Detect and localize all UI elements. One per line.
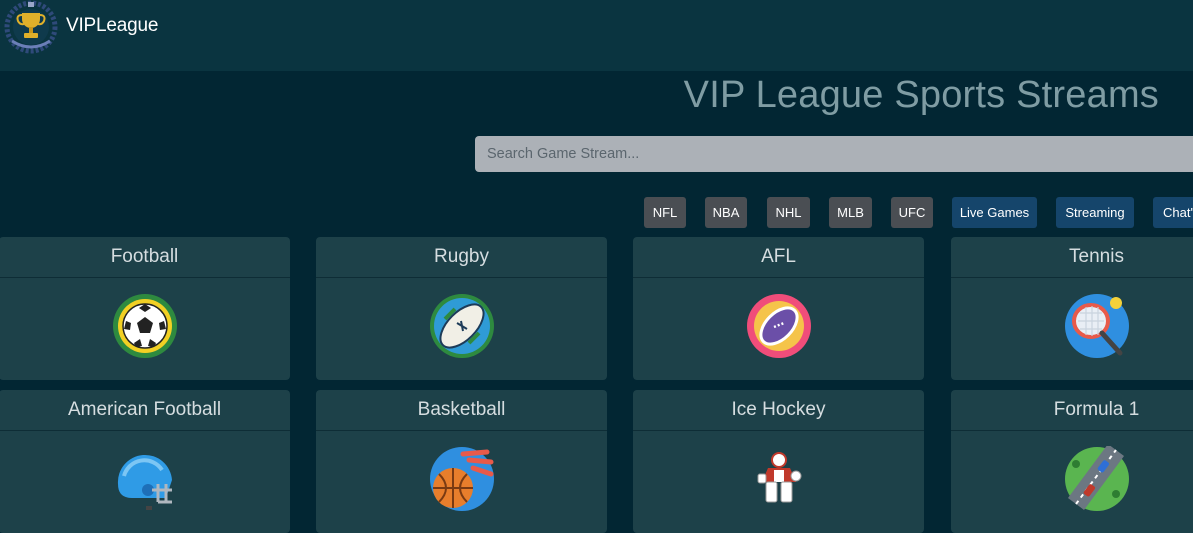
chip-chat[interactable]: Chat' <box>1153 197 1193 228</box>
chip-nfl[interactable]: NFL <box>644 197 686 228</box>
basketball-icon <box>429 446 495 512</box>
sport-card-title: Football <box>0 237 290 278</box>
tennis-racket-icon <box>1064 293 1130 359</box>
chip-nba[interactable]: NBA <box>705 197 747 228</box>
sport-card-title: Basketball <box>316 390 607 431</box>
sport-card-title: Ice Hockey <box>633 390 924 431</box>
chip-ufc[interactable]: UFC <box>891 197 933 228</box>
chip-live-games[interactable]: Live Games <box>952 197 1037 228</box>
brand-link[interactable]: VIPLeague <box>2 0 159 53</box>
sport-card-football[interactable]: Football <box>0 237 290 380</box>
rugby-ball-icon <box>429 293 495 359</box>
search-input[interactable] <box>475 136 1193 172</box>
sport-card-tennis[interactable]: Tennis <box>951 237 1193 380</box>
afl-ball-icon <box>746 293 812 359</box>
sport-card-title: AFL <box>633 237 924 278</box>
hockey-goalie-icon <box>746 446 812 512</box>
sport-card-title: American Football <box>0 390 290 431</box>
football-helmet-icon <box>112 446 178 512</box>
chip-mlb[interactable]: MLB <box>829 197 872 228</box>
brand-name: VIPLeague <box>66 15 159 36</box>
sport-card-title: Formula 1 <box>951 390 1193 431</box>
sport-card-basketball[interactable]: Basketball <box>316 390 607 533</box>
sport-card-american-football[interactable]: American Football <box>0 390 290 533</box>
sport-card-rugby[interactable]: Rugby <box>316 237 607 380</box>
page-title: VIP League Sports Streams <box>683 74 1159 116</box>
navbar: VIPLeague <box>0 0 1193 71</box>
chip-streaming[interactable]: Streaming <box>1056 197 1134 228</box>
sport-card-title: Tennis <box>951 237 1193 278</box>
soccer-ball-icon <box>112 293 178 359</box>
trophy-laurel-logo-icon <box>4 0 58 53</box>
sport-card-title: Rugby <box>316 237 607 278</box>
sport-card-afl[interactable]: AFL <box>633 237 924 380</box>
race-track-icon <box>1064 446 1130 512</box>
sport-card-formula-1[interactable]: Formula 1 <box>951 390 1193 533</box>
sport-card-ice-hockey[interactable]: Ice Hockey <box>633 390 924 533</box>
chip-nhl[interactable]: NHL <box>767 197 810 228</box>
